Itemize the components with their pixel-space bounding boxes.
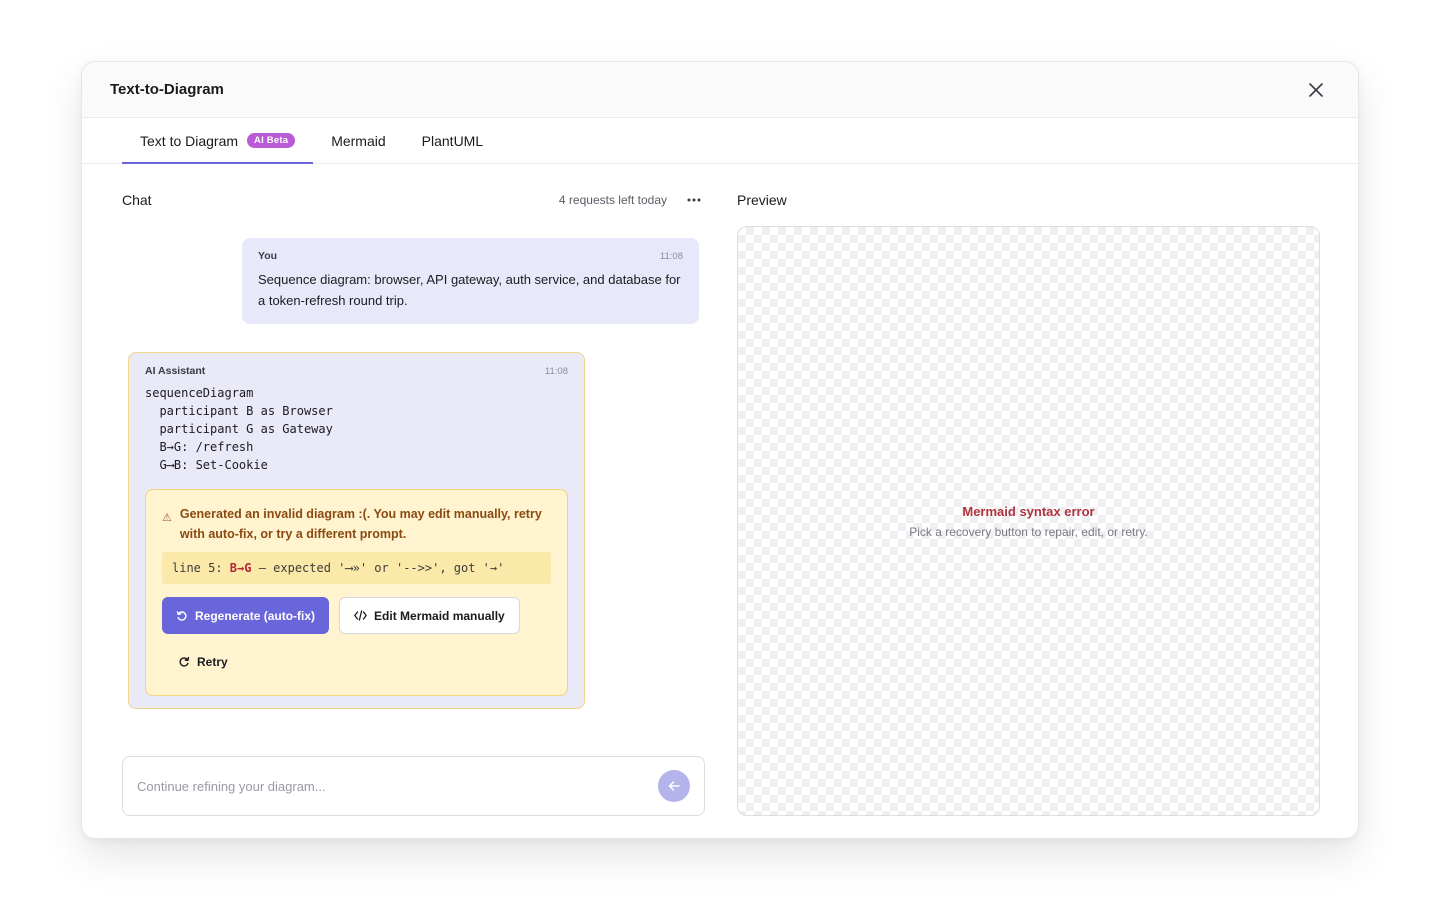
error-message: Generated an invalid diagram :(. You may… (179, 507, 542, 541)
close-button[interactable] (1302, 76, 1330, 104)
button-label: Edit Mermaid manually (374, 608, 505, 623)
code-icon (354, 610, 367, 621)
send-arrow-icon (668, 781, 680, 791)
error-line-detail: line 5: B→G — expected '⟶»' or '-->>', g… (162, 552, 551, 584)
warning-icon: ⚠ (162, 512, 172, 524)
chat-header: Chat 4 requests left today (122, 180, 705, 220)
message-author: AI Assistant (145, 365, 206, 377)
message-author: You (258, 250, 278, 262)
message-time: 11:08 (659, 250, 683, 262)
more-options-button[interactable] (683, 189, 705, 211)
dialog-title: Text-to-Diagram (110, 81, 224, 98)
mermaid-code: sequenceDiagram participant B as Browser… (145, 386, 333, 472)
button-label: Regenerate (auto-fix) (195, 608, 316, 623)
preview-title: Preview (737, 192, 787, 208)
tab-bar: Text to Diagram AI Beta Mermaid PlantUML (82, 118, 1358, 164)
tab-label: PlantUML (421, 132, 484, 149)
regenerate-autofix-button[interactable]: Regenerate (auto-fix) (162, 597, 330, 634)
error-callout: ⚠ Generated an invalid diagram :(. You m… (145, 489, 568, 696)
more-dots-icon (687, 198, 701, 202)
edit-mermaid-button[interactable]: Edit Mermaid manually (339, 597, 520, 634)
error-token: B→G (229, 561, 252, 575)
preview-header: Preview (737, 180, 1320, 220)
dialog-header: Text-to-Diagram (82, 62, 1358, 118)
message-time: 11:08 (544, 365, 568, 377)
error-line-suffix: — expected '⟶»' or '-->>', got '→' (251, 561, 505, 575)
send-button[interactable] (658, 770, 690, 802)
tab-plantuml[interactable]: PlantUML (404, 118, 501, 163)
requests-left-counter: 4 requests left today (558, 193, 667, 207)
tab-label: Mermaid (331, 132, 386, 149)
tab-text-to-diagram[interactable]: Text to Diagram AI Beta (122, 118, 314, 164)
prompt-input[interactable] (137, 778, 658, 794)
tab-mermaid[interactable]: Mermaid (313, 118, 403, 163)
preview-panel: Preview Mermaid syntax error Pick a reco… (737, 180, 1320, 816)
message-text: Sequence diagram: browser, API gateway, … (258, 272, 681, 308)
error-line-prefix: line 5: (172, 561, 230, 575)
button-label: Retry (197, 655, 228, 669)
chat-title: Chat (122, 192, 152, 208)
preview-canvas: Mermaid syntax error Pick a recovery but… (737, 226, 1320, 816)
text-to-diagram-dialog: Text-to-Diagram Text to Diagram AI Beta … (81, 61, 1359, 839)
preview-error-title: Mermaid syntax error (962, 503, 1095, 519)
close-icon (1309, 82, 1323, 97)
chat-composer (122, 756, 705, 816)
assistant-message: AI Assistant 11:08 sequenceDiagram parti… (128, 352, 585, 709)
retry-button[interactable]: Retry (162, 644, 244, 680)
tab-label: Text to Diagram (140, 132, 239, 149)
ai-beta-badge: AI Beta (247, 133, 296, 148)
refresh-icon (176, 610, 187, 621)
chat-panel: Chat 4 requests left today You 11:08 Seq… (122, 180, 705, 816)
retry-icon (179, 656, 190, 667)
user-message: You 11:08 Sequence diagram: browser, API… (242, 238, 699, 324)
preview-error-subtitle: Pick a recovery button to repair, edit, … (909, 524, 1148, 539)
